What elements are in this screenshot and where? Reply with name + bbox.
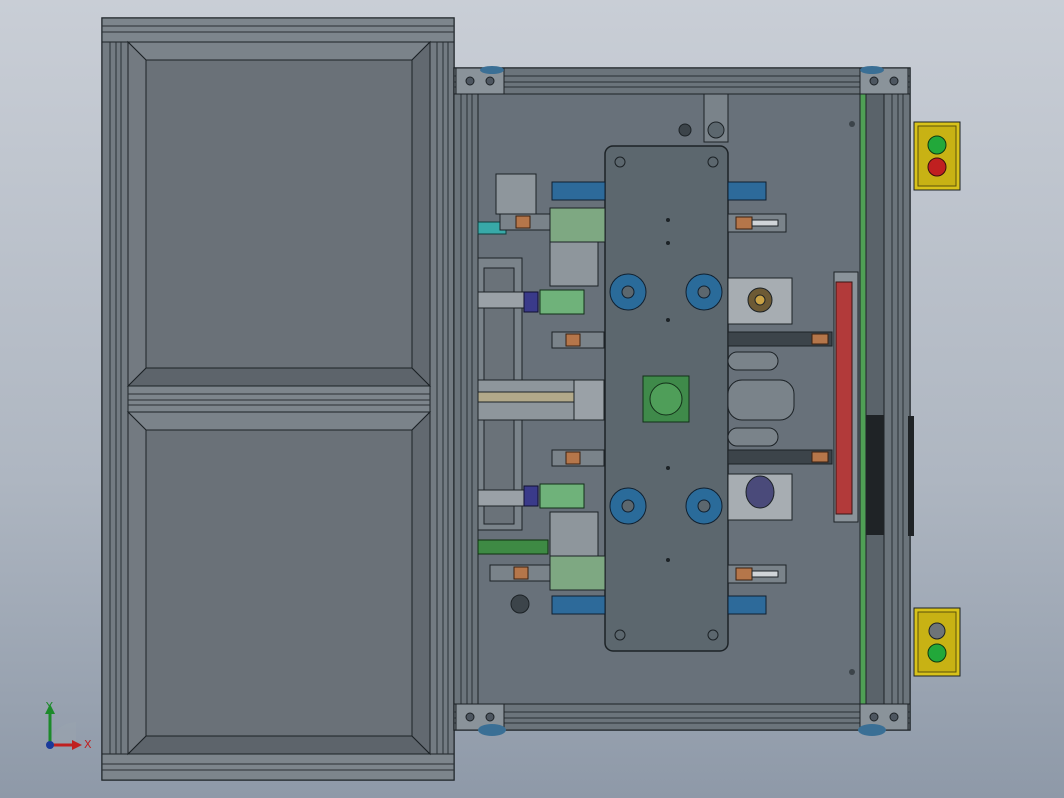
triad-y-label: Y bbox=[45, 700, 53, 713]
push-button-box-top[interactable] bbox=[913, 121, 961, 191]
run-button[interactable] bbox=[927, 643, 947, 663]
bolt-icon bbox=[849, 669, 855, 675]
foot-icon bbox=[858, 724, 886, 736]
door-panel-lower[interactable] bbox=[126, 410, 432, 756]
bolt-icon bbox=[849, 121, 855, 127]
foot-icon bbox=[860, 66, 884, 74]
reset-button[interactable] bbox=[928, 622, 946, 640]
motor-icon bbox=[642, 375, 690, 423]
stop-button[interactable] bbox=[927, 157, 947, 177]
door-panel-upper[interactable] bbox=[126, 40, 432, 388]
linear-slide[interactable] bbox=[833, 271, 859, 523]
cad-drawing[interactable]: Y X bbox=[0, 0, 1064, 798]
door-assembly[interactable] bbox=[101, 17, 455, 781]
push-button-box-bottom[interactable] bbox=[913, 607, 961, 677]
center-plate[interactable] bbox=[604, 145, 729, 652]
triad-axis-icon: Y X bbox=[45, 700, 92, 751]
foot-icon bbox=[480, 66, 504, 74]
start-button[interactable] bbox=[927, 135, 947, 155]
foot-icon bbox=[478, 724, 506, 736]
cad-viewport[interactable]: Y X bbox=[0, 0, 1064, 798]
triad-x-label: X bbox=[84, 738, 92, 751]
